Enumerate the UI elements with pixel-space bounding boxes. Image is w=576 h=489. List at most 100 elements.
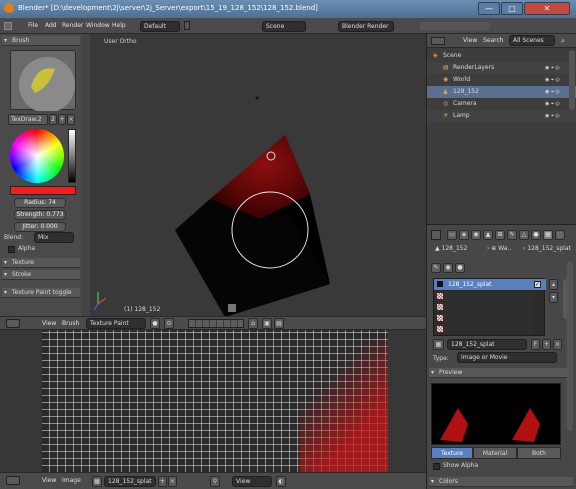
layer-buttons[interactable] — [188, 319, 244, 328]
tab-material-icon[interactable]: ● — [531, 230, 541, 240]
tab-render-icon[interactable]: ▭ — [447, 230, 457, 240]
outliner-row[interactable]: ☀ Lamp ◉ ⌖ ◎ — [427, 110, 576, 122]
properties-editor-type-icon[interactable] — [431, 230, 441, 240]
preview-tab-both[interactable]: Both — [517, 447, 561, 459]
radius-field[interactable]: Radius: 74 — [14, 198, 66, 208]
tab-data-icon[interactable]: △ — [519, 230, 529, 240]
3d-viewport[interactable]: User Ortho (1) 128_152 — [90, 34, 426, 316]
texture-slot-empty[interactable] — [434, 324, 534, 334]
outliner-row[interactable]: ▲ 128_152 ◉ ⌖ ◎ — [427, 86, 576, 98]
tab-scene-icon[interactable]: ◈ — [459, 230, 469, 240]
preview-tab-material[interactable]: Material — [473, 447, 517, 459]
stroke-panel-header[interactable]: Stroke — [2, 270, 80, 280]
material-texture-icon[interactable]: ● — [455, 263, 465, 273]
brush-color-swatch[interactable] — [10, 186, 76, 195]
editor-type-icon[interactable] — [4, 22, 12, 30]
alpha-checkbox[interactable] — [8, 246, 15, 253]
texture-unlink-icon[interactable]: × — [553, 339, 562, 350]
outliner-row[interactable]: ◉ World ◉ ⌖ ◎ — [427, 74, 576, 86]
visibility-toggles-icon[interactable]: ◉ ⌖ ◎ — [545, 98, 560, 110]
outliner-filter-dropdown[interactable]: All Scenes — [509, 35, 555, 46]
menu-add[interactable]: Add — [45, 22, 57, 29]
outliner-menu-view[interactable]: View — [463, 37, 477, 44]
texture-browse-icon[interactable]: ▦ — [433, 339, 444, 350]
preview-tab-texture[interactable]: Texture — [431, 447, 473, 459]
delete-brush-icon[interactable]: × — [67, 114, 75, 125]
image-browse-icon[interactable]: ▦ — [92, 476, 102, 487]
image-view-dropdown[interactable]: View — [232, 476, 272, 487]
color-wheel[interactable] — [10, 129, 64, 183]
pivot-icon[interactable]: ⊙ — [164, 318, 174, 329]
menu-file[interactable]: File — [28, 22, 38, 29]
snap-icon[interactable]: ⌂ — [248, 318, 258, 329]
outliner-search-icon[interactable]: ⌕ — [561, 37, 565, 46]
texture-slot-list[interactable]: 128_152_splat ✓ — [433, 278, 546, 336]
visibility-toggles-icon[interactable]: ◉ ⌖ ◎ — [545, 62, 560, 74]
show-alpha-checkbox[interactable] — [433, 463, 440, 470]
image-menu-view[interactable]: View — [42, 477, 56, 484]
preview-panel-header[interactable]: Preview — [429, 368, 573, 378]
image-channel-icon[interactable]: ◐ — [276, 476, 286, 487]
shelf-scrollbar[interactable] — [82, 34, 90, 316]
slot-move-up-icon[interactable]: ▴ — [549, 279, 558, 290]
slot-enabled-checkbox[interactable]: ✓ — [534, 281, 541, 288]
texture-panel-header[interactable]: Texture — [2, 258, 80, 268]
texture-slot-selected[interactable]: 128_152_splat ✓ — [434, 279, 546, 290]
minimize-button[interactable]: — — [478, 2, 500, 15]
texture-type-dropdown[interactable]: Image or Movie — [457, 352, 557, 363]
pin-icon[interactable]: ⚲ — [210, 476, 220, 487]
image-menu-image[interactable]: Image — [62, 477, 81, 484]
texture-users-icon[interactable]: F — [531, 339, 540, 350]
value-slider[interactable] — [68, 129, 76, 183]
slot-move-down-icon[interactable]: ▾ — [549, 292, 558, 303]
texture-name-field[interactable]: 128_152_splat — [447, 339, 527, 350]
image-editor[interactable] — [0, 330, 426, 472]
menu-render[interactable]: Render — [62, 22, 83, 29]
texture-new-icon[interactable]: + — [542, 339, 551, 350]
viewport-editor-type-icon[interactable] — [6, 319, 20, 328]
visibility-toggles-icon[interactable]: ◉ ⌖ ◎ — [545, 110, 560, 122]
texture-slot-empty[interactable] — [434, 291, 534, 301]
tab-modifiers-icon[interactable]: ✎ — [507, 230, 517, 240]
texture-slot-empty[interactable] — [434, 302, 534, 312]
tab-object-icon[interactable]: ▲ — [483, 230, 493, 240]
colors-panel-header[interactable]: Colors — [429, 477, 573, 487]
outliner-editor-type-icon[interactable] — [431, 37, 445, 45]
properties-scrollbar[interactable] — [567, 261, 573, 431]
close-button[interactable]: ✕ — [524, 2, 570, 15]
add-layout-icon[interactable] — [184, 21, 190, 30]
strength-field[interactable]: Strength: 0.773 — [14, 210, 66, 220]
outliner-row[interactable]: ◎ Camera ◉ ⌖ ◎ — [427, 98, 576, 110]
jitter-field[interactable]: Jitter: 0.000 — [14, 222, 66, 232]
maximize-button[interactable]: □ — [501, 2, 523, 15]
mode-dropdown[interactable]: Texture Paint — [86, 318, 146, 329]
image-editor-type-icon[interactable] — [6, 476, 20, 485]
viewport-menu-view[interactable]: View — [42, 320, 56, 327]
tab-physics-icon[interactable]: ◌ — [555, 230, 565, 240]
image-new-icon[interactable]: + — [158, 476, 167, 487]
viewport-menu-brush[interactable]: Brush — [62, 320, 79, 327]
image-name-field[interactable]: 128_152_splat — [104, 476, 156, 487]
outliner-scrollbar[interactable] — [569, 50, 575, 110]
brush-panel-header[interactable]: Brush — [2, 36, 80, 46]
shading-icon[interactable]: ● — [150, 318, 160, 329]
blend-dropdown[interactable]: Mix — [34, 232, 74, 243]
brush-name-field[interactable]: TexDraw.2 — [8, 114, 48, 125]
tab-texture-icon[interactable]: ▦ — [543, 230, 553, 240]
outliner-row[interactable]: ▤ RenderLayers ◉ ⌖ ◎ — [427, 62, 576, 74]
menu-help[interactable]: Help — [112, 22, 126, 29]
brush-preview[interactable] — [10, 50, 76, 113]
texture-paint-toggle-header[interactable]: Texture Paint toggle — [2, 288, 80, 298]
texture-slot-empty[interactable] — [434, 313, 534, 323]
tab-world-icon[interactable]: ◉ — [471, 230, 481, 240]
brush-texture-icon[interactable]: ✎ — [431, 263, 441, 273]
image-unlink-icon[interactable]: × — [168, 476, 177, 487]
world-texture-icon[interactable]: ◉ — [443, 263, 453, 273]
outliner-menu-search[interactable]: Search — [483, 37, 504, 44]
scene-dropdown[interactable]: Scene — [262, 21, 306, 32]
render-preview-icon[interactable]: ▣ — [262, 318, 272, 329]
new-brush-icon[interactable]: + — [58, 114, 66, 125]
layout-dropdown[interactable]: Default — [140, 21, 180, 32]
menu-window[interactable]: Window — [86, 22, 110, 29]
visibility-toggles-icon[interactable]: ◉ ⌖ ◎ — [545, 86, 560, 98]
